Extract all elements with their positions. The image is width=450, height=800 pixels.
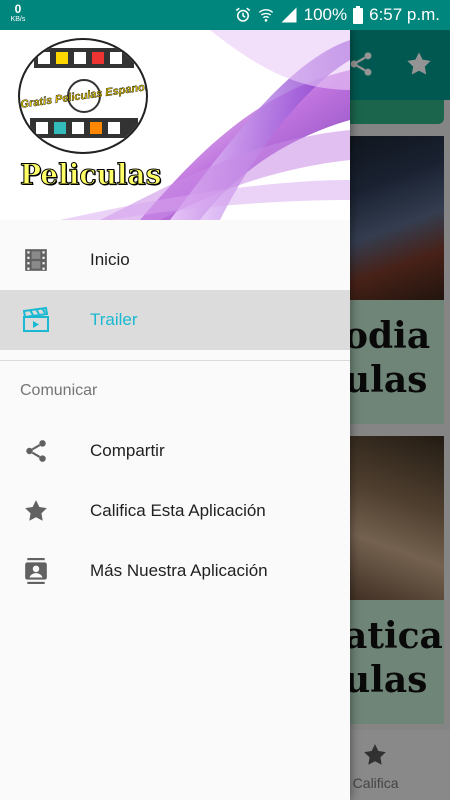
menu-item-inicio[interactable]: Inicio	[0, 230, 350, 290]
share-icon	[22, 439, 50, 463]
menu-item-califica[interactable]: Califica Esta Aplicación	[0, 481, 350, 541]
navigation-drawer: Gratis Peliculas Espanol Peliculas Inici…	[0, 30, 350, 800]
status-bar: 0 KB/s 100% 6:57 p.m.	[0, 0, 450, 30]
drawer-title: Peliculas	[19, 158, 162, 192]
film-icon	[22, 248, 50, 272]
menu-item-label: Trailer	[90, 310, 138, 329]
drawer-scrim[interactable]	[350, 30, 450, 800]
clock: 6:57 p.m.	[369, 5, 440, 24]
menu-item-mas-aplicacion[interactable]: Más Nuestra Aplicación	[0, 541, 350, 601]
clapperboard-icon	[22, 307, 50, 332]
menu-item-label: Compartir	[90, 441, 165, 460]
menu-item-compartir[interactable]: Compartir	[0, 421, 350, 481]
alarm-icon	[234, 6, 252, 24]
menu-item-label: Califica Esta Aplicación	[90, 501, 266, 520]
wifi-icon	[258, 6, 274, 24]
app-logo: Gratis Peliculas Espanol	[18, 38, 148, 154]
network-speed: 0 KB/s	[6, 3, 30, 23]
section-title: Comunicar	[20, 382, 98, 399]
contact-card-icon	[22, 558, 50, 584]
battery-percentage: 100%	[303, 5, 348, 24]
battery-icon	[353, 6, 364, 24]
drawer-header: Gratis Peliculas Espanol Peliculas	[0, 30, 350, 220]
menu-item-label: Más Nuestra Aplicación	[90, 561, 268, 580]
menu-item-label: Inicio	[90, 250, 130, 269]
signal-icon	[280, 6, 298, 24]
network-speed-value: 0	[14, 2, 22, 16]
network-speed-unit: KB/s	[10, 16, 26, 23]
star-icon	[22, 499, 50, 523]
menu-item-trailer[interactable]: Trailer	[0, 290, 350, 350]
